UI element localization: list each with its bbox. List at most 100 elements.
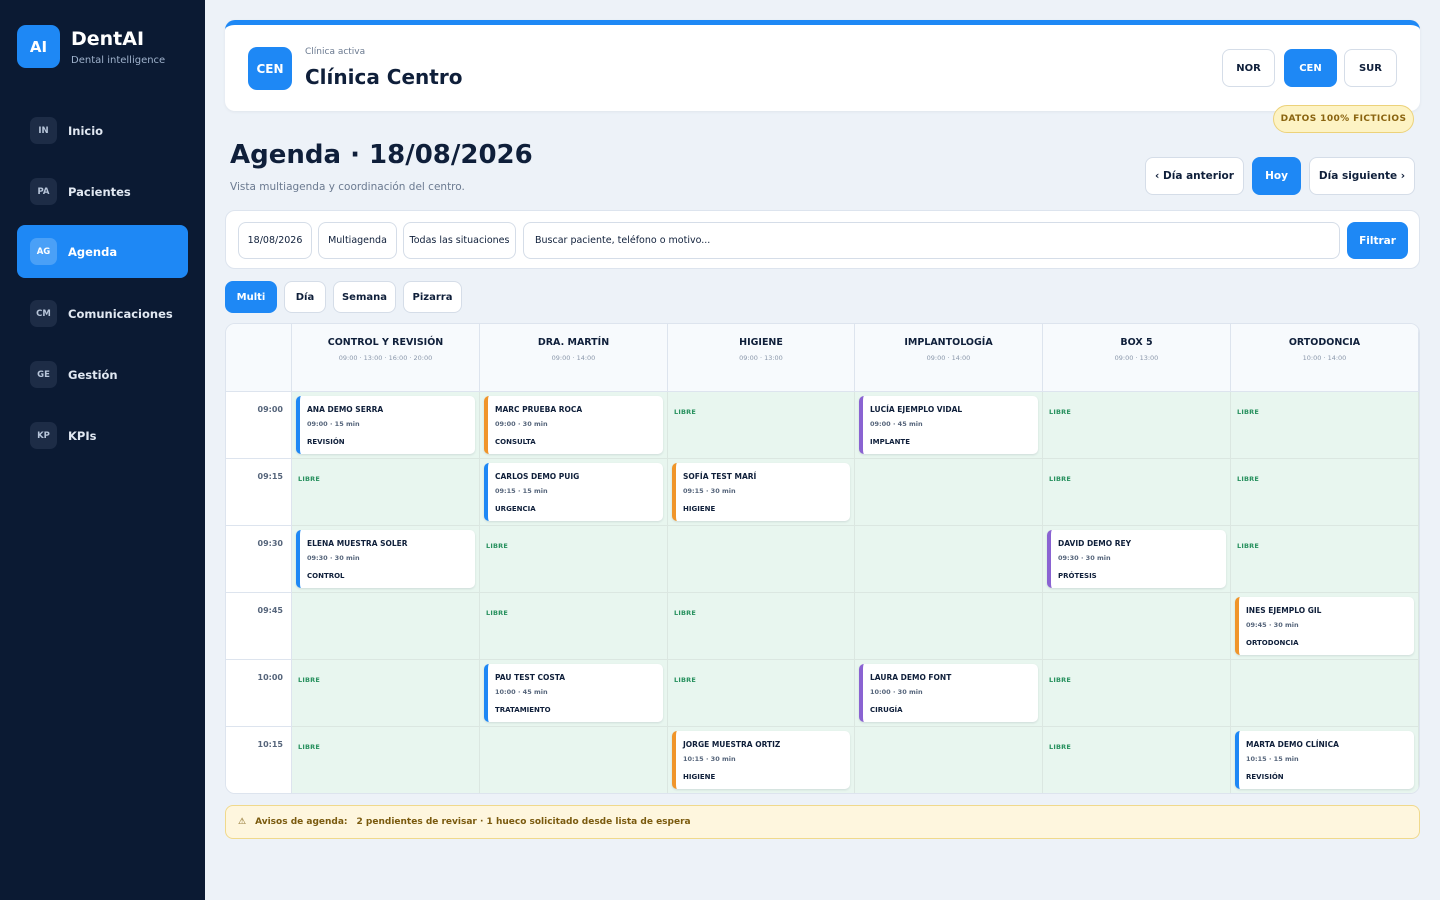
appointment-card[interactable]: ELENA MUESTRA SOLER 09:30 · 30 min CONTROL: [296, 530, 475, 588]
empty-slot: [1043, 593, 1231, 660]
tab-pizarra[interactable]: Pizarra: [403, 281, 462, 313]
status-filter[interactable]: Todas las situaciones: [403, 222, 516, 259]
brand-logo: AI: [17, 25, 60, 68]
free-label: LIBRE: [1049, 743, 1071, 751]
appointment-slot: LUCÍA EJEMPLO VIDAL 09:00 · 45 min IMPLANT…: [855, 392, 1043, 459]
clinic-button-cen[interactable]: CEN: [1284, 49, 1337, 87]
search-input[interactable]: Buscar paciente, teléfono o motivo...: [523, 222, 1340, 259]
today-button[interactable]: Hoy: [1252, 157, 1301, 195]
free-slot[interactable]: LIBRE: [1043, 459, 1231, 526]
appointment-card[interactable]: SOFÍA TEST MARÍ 09:15 · 30 min HIGIENE: [672, 463, 850, 521]
appointment-card[interactable]: LAURA DEMO FONT 10:00 · 30 min CIRUGÍA: [859, 664, 1038, 722]
free-slot[interactable]: LIBRE: [668, 392, 855, 459]
appointment-type: CONTROL: [307, 572, 345, 580]
time-label: 09:30: [226, 526, 292, 593]
clinic-button-sur[interactable]: SUR: [1344, 49, 1397, 87]
schedule-grid: CONTROL Y REVISIÓN 09:00 · 13:00 · 16:00 …: [225, 323, 1420, 794]
sidebar-item-kpis[interactable]: KP KPIs: [17, 409, 188, 462]
empty-slot: [855, 526, 1043, 593]
next-day-button[interactable]: Día siguiente ›: [1309, 157, 1415, 195]
column-name: BOX 5: [1120, 337, 1153, 348]
time-label: 10:00: [226, 660, 292, 727]
appointment-card[interactable]: INES EJEMPLO GIL 09:45 · 30 min ORTODONCIA: [1235, 597, 1414, 655]
appointment-type: URGENCIA: [495, 505, 536, 513]
appointment-type: ORTODONCIA: [1246, 639, 1299, 647]
free-slot[interactable]: LIBRE: [292, 660, 480, 727]
patient-name: ELENA MUESTRA SOLER: [307, 539, 408, 548]
sidebar-item-label: KPIs: [68, 428, 97, 443]
appointment-card[interactable]: CARLOS DEMO PUIG 09:15 · 15 min URGENCIA: [484, 463, 663, 521]
free-label: LIBRE: [298, 676, 320, 684]
appointment-time: 09:15 · 30 min: [683, 487, 736, 495]
free-slot[interactable]: LIBRE: [480, 593, 668, 660]
column-header: IMPLANTOLOGÍA 09:00 · 14:00: [855, 324, 1043, 392]
notice-label: Avisos de agenda:: [255, 817, 348, 827]
date-filter[interactable]: 18/08/2026: [238, 222, 312, 259]
patient-name: ANA DEMO SERRA: [307, 405, 384, 414]
appointment-time: 09:00 · 30 min: [495, 420, 548, 428]
previous-day-button[interactable]: ‹ Día anterior: [1145, 157, 1244, 195]
filter-button[interactable]: Filtrar: [1347, 222, 1408, 259]
clinic-label: Clínica activa: [305, 47, 366, 57]
sidebar-item-inicio[interactable]: IN Inicio: [17, 104, 188, 157]
appointment-type: REVISIÓN: [1246, 773, 1284, 781]
sidebar-item-comunicaciones[interactable]: CM Comunicaciones: [17, 287, 188, 340]
free-slot[interactable]: LIBRE: [1043, 727, 1231, 793]
column-header: DRA. MARTÍN 09:00 · 14:00: [480, 324, 668, 392]
patient-name: DAVID DEMO REY: [1058, 539, 1132, 548]
empty-slot: [1231, 660, 1419, 727]
appointment-time: 09:15 · 15 min: [495, 487, 548, 495]
free-slot[interactable]: LIBRE: [1043, 660, 1231, 727]
free-label: LIBRE: [674, 408, 696, 416]
sidebar-item-gestion[interactable]: GE Gestión: [17, 348, 188, 401]
column-name: IMPLANTOLOGÍA: [904, 337, 993, 348]
appointment-type: HIGIENE: [683, 773, 716, 781]
appointment-slot: INES EJEMPLO GIL 09:45 · 30 min ORTODONCIA: [1231, 593, 1419, 660]
appointment-card[interactable]: LUCÍA EJEMPLO VIDAL 09:00 · 45 min IMPLANT…: [859, 396, 1038, 454]
free-slot[interactable]: LIBRE: [668, 660, 855, 727]
tab-dia[interactable]: Día: [284, 281, 326, 313]
patient-name: LAURA DEMO FONT: [870, 673, 952, 682]
time-label: 09:00: [226, 392, 292, 459]
agenda-notice: ⚠ Avisos de agenda: 2 pendientes de revi…: [225, 805, 1420, 839]
free-slot[interactable]: LIBRE: [668, 593, 855, 660]
sidebar-item-label: Gestión: [68, 367, 118, 382]
appointment-card[interactable]: MARTA DEMO CLÍNICA 10:15 · 15 min REVISIÓN: [1235, 731, 1414, 789]
appointment-card[interactable]: JORGE MUESTRA ORTIZ 10:15 · 30 min HIGIENE: [672, 731, 850, 789]
sidebar-item-agenda[interactable]: AG Agenda: [17, 225, 188, 278]
free-label: LIBRE: [674, 609, 696, 617]
sidebar-item-label: Inicio: [68, 123, 104, 138]
appointment-time: 10:15 · 15 min: [1246, 755, 1299, 763]
nav-badge: IN: [30, 117, 57, 144]
appointment-slot: CARLOS DEMO PUIG 09:15 · 15 min URGENCIA: [480, 459, 668, 526]
patient-name: LUCÍA EJEMPLO VIDAL: [870, 405, 963, 414]
free-slot[interactable]: LIBRE: [1043, 392, 1231, 459]
appointment-slot: ANA DEMO SERRA 09:00 · 15 min REVISIÓN: [292, 392, 480, 459]
free-slot[interactable]: LIBRE: [292, 727, 480, 793]
free-label: LIBRE: [298, 743, 320, 751]
brand[interactable]: AI DentAI Dental intelligence: [17, 25, 165, 68]
sidebar-item-pacientes[interactable]: PA Pacientes: [17, 165, 188, 218]
free-slot[interactable]: LIBRE: [1231, 459, 1419, 526]
tab-multi[interactable]: Multi: [225, 281, 277, 313]
appointment-card[interactable]: ANA DEMO SERRA 09:00 · 15 min REVISIÓN: [296, 396, 475, 454]
appointment-card[interactable]: DAVID DEMO REY 09:30 · 30 min PRÓTESIS: [1047, 530, 1226, 588]
empty-slot: [480, 727, 668, 793]
appointment-slot: ELENA MUESTRA SOLER 09:30 · 30 min CONTROL: [292, 526, 480, 593]
column-header: ORTODONCIA 10:00 · 14:00: [1231, 324, 1419, 392]
patient-name: MARTA DEMO CLÍNICA: [1246, 740, 1339, 749]
appointment-type: CIRUGÍA: [870, 706, 903, 714]
clinic-button-nor[interactable]: NOR: [1222, 49, 1275, 87]
patient-name: MARC PRUEBA ROCA: [495, 405, 583, 414]
free-slot[interactable]: LIBRE: [1231, 526, 1419, 593]
appointment-slot: DAVID DEMO REY 09:30 · 30 min PRÓTESIS: [1043, 526, 1231, 593]
free-slot[interactable]: LIBRE: [1231, 392, 1419, 459]
appointment-card[interactable]: PAU TEST COSTA 10:00 · 45 min TRATAMIENTO: [484, 664, 663, 722]
agenda-mode-filter[interactable]: Multiagenda: [318, 222, 397, 259]
column-name: ORTODONCIA: [1288, 337, 1361, 348]
free-slot[interactable]: LIBRE: [480, 526, 668, 593]
free-slot[interactable]: LIBRE: [292, 459, 480, 526]
appointment-card[interactable]: MARC PRUEBA ROCA 09:00 · 30 min CONSULTA: [484, 396, 663, 454]
tab-semana[interactable]: Semana: [333, 281, 396, 313]
time-label: 09:15: [226, 459, 292, 526]
